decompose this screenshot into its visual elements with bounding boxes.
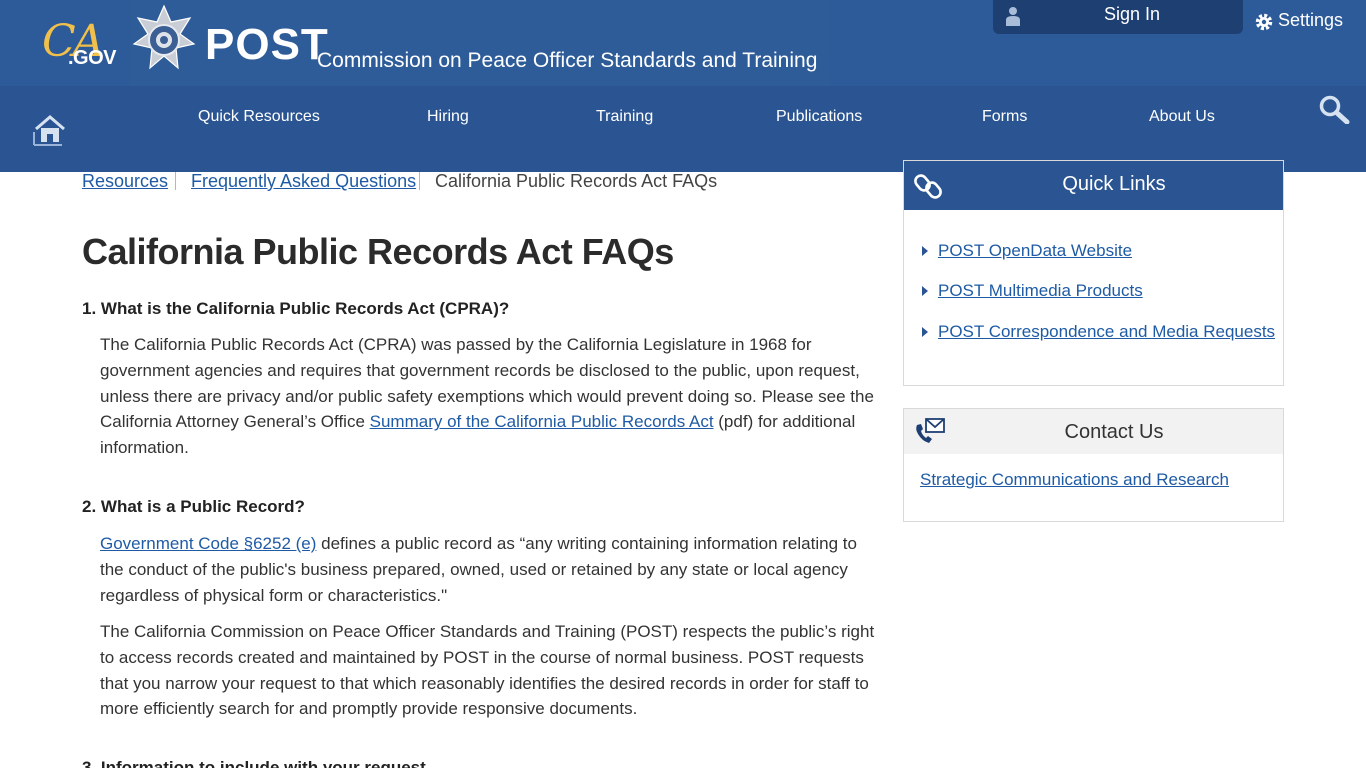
nav-about-us[interactable]: About Us [1149, 104, 1215, 130]
post-subtitle: Commission on Peace Officer Standards an… [317, 49, 818, 72]
quick-links-header: Quick Links [904, 161, 1283, 210]
question-2-heading: 2. What is a Public Record? [82, 497, 305, 516]
gear-icon [1255, 13, 1273, 31]
page-title: California Public Records Act FAQs [82, 231, 674, 272]
question-2-answer-para2: The California Commission on Peace Offic… [100, 622, 875, 719]
settings-label: Settings [1278, 10, 1344, 30]
breadcrumb-current: California Public Records Act FAQs [435, 171, 718, 191]
breadcrumb-separator [419, 172, 420, 190]
breadcrumb-faq[interactable]: Frequently Asked Questions [191, 170, 416, 192]
breadcrumb-separator [175, 172, 176, 190]
government-code-link[interactable]: Government Code §6252 (e) [100, 534, 316, 553]
nav-quick-resources[interactable]: Quick Resources [198, 104, 320, 130]
nav-forms[interactable]: Forms [982, 104, 1027, 130]
nav-training[interactable]: Training [596, 104, 653, 130]
contact-strategic-communications-link[interactable]: Strategic Communications and Research [920, 469, 1229, 491]
cpra-summary-link[interactable]: Summary of the California Public Records… [370, 412, 714, 431]
contact-us-panel: Contact Us Strategic Communications and … [903, 408, 1284, 522]
gov-logo-text: .GOV [68, 47, 117, 69]
question-2-answer: Government Code §6252 (e) defines a publ… [100, 531, 880, 608]
ca-gov-logo[interactable]: CA .GOV [42, 18, 118, 72]
quick-links-panel: Quick Links POST OpenData Website POST M… [903, 160, 1284, 386]
nav-publications[interactable]: Publications [776, 104, 862, 130]
nav-hiring[interactable]: Hiring [427, 104, 469, 130]
site-header: CA .GOV POST Commission on Peace Officer… [0, 0, 1366, 172]
question-1-answer: The California Public Records Act (CPRA)… [100, 332, 880, 461]
post-title[interactable]: POST [205, 20, 329, 70]
question-1-heading: 1. What is the California Public Records… [82, 299, 510, 318]
caret-right-icon [922, 327, 928, 337]
main-nav: Quick Resources Hiring Training Publicat… [0, 104, 1366, 132]
quick-links-title: Quick Links [1062, 173, 1166, 195]
sign-in-button[interactable]: Sign In [993, 0, 1243, 34]
caret-right-icon [922, 286, 928, 296]
quick-link-opendata[interactable]: POST OpenData Website [938, 240, 1132, 262]
quick-link-multimedia[interactable]: POST Multimedia Products [938, 280, 1143, 302]
contact-us-header: Contact Us [904, 409, 1283, 454]
search-icon[interactable] [1318, 94, 1350, 124]
contact-us-title: Contact Us [1064, 421, 1164, 443]
question-3-heading: 3. Information to include with your requ… [82, 758, 426, 768]
breadcrumb-resources[interactable]: Resources [82, 170, 168, 192]
post-badge-icon[interactable] [130, 4, 198, 76]
quick-link-correspondence[interactable]: POST Correspondence and Media Requests [938, 321, 1275, 343]
caret-right-icon [922, 246, 928, 256]
sign-in-label: Sign In [1103, 4, 1161, 24]
